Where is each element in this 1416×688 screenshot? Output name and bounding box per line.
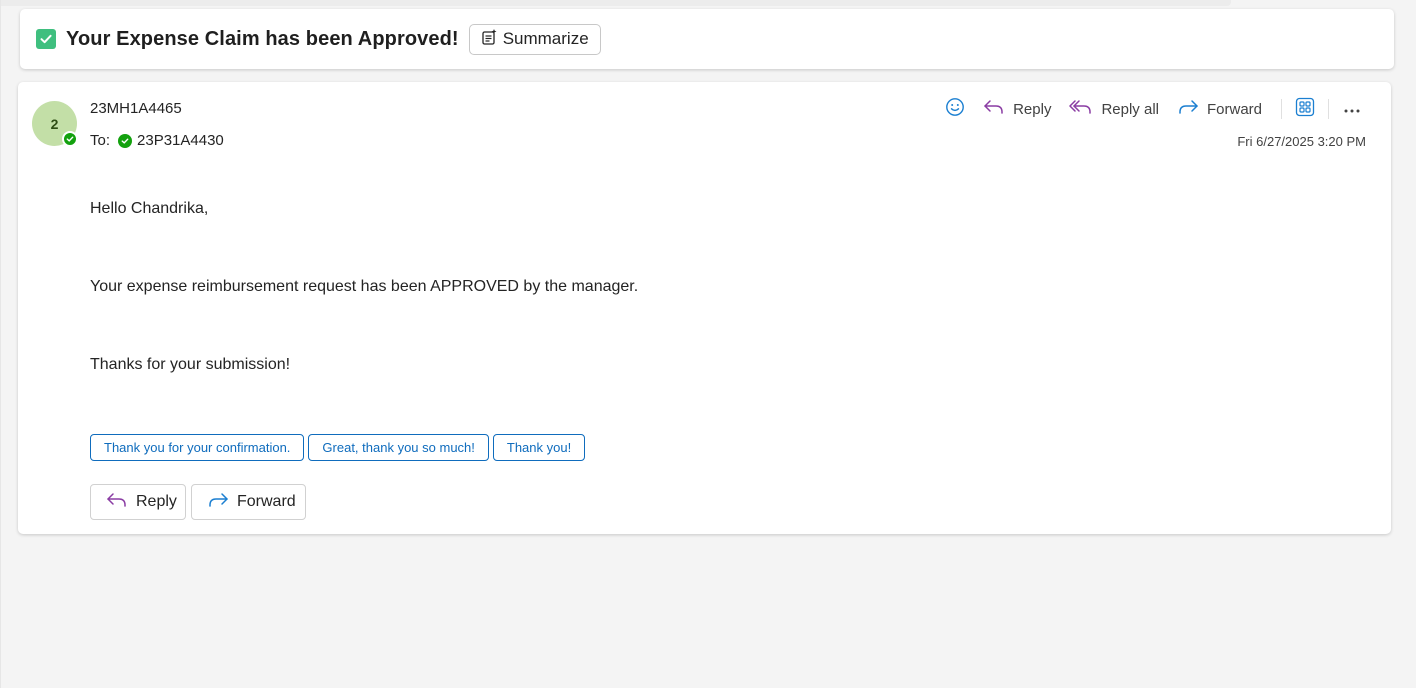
recipient-name[interactable]: 23P31A4430 (137, 132, 224, 149)
reply-all-button[interactable]: Reply all (1069, 95, 1159, 123)
subject-header: Your Expense Claim has been Approved! Su… (20, 9, 1394, 69)
body-greeting: Hello Chandrika, (90, 200, 209, 217)
suggested-reply-button[interactable]: Great, thank you so much! (308, 434, 489, 461)
bottom-forward-button[interactable]: Forward (191, 484, 306, 520)
reply-arrow-icon (106, 491, 136, 514)
reaction-button[interactable] (945, 95, 965, 123)
avatar-initial: 2 (50, 115, 59, 132)
reply-all-arrow-icon (1069, 98, 1101, 120)
forward-arrow-icon (1177, 98, 1207, 120)
suggested-replies: Thank you for your confirmation. Great, … (90, 434, 589, 461)
suggested-reply-button[interactable]: Thank you! (492, 434, 586, 461)
reply-label: Reply (1013, 100, 1052, 118)
bottom-forward-label: Forward (237, 493, 296, 510)
forward-button[interactable]: Forward (1177, 95, 1262, 123)
toolbar-divider (1328, 99, 1329, 119)
message-card: 2 23MH1A4465 To: 23P31A4430 Reply Reply … (18, 82, 1391, 534)
bottom-reply-button[interactable]: Reply (90, 484, 186, 520)
checkbox-checked-icon (36, 29, 56, 49)
suggested-reply-button[interactable]: Thank you for your confirmation. (90, 434, 305, 461)
apps-button[interactable] (1291, 95, 1319, 123)
top-strip (1, 0, 1231, 6)
subject-title: Your Expense Claim has been Approved! (66, 27, 459, 50)
summarize-button[interactable]: Summarize (468, 23, 601, 55)
message-toolbar: Reply Reply all Forward (945, 95, 1366, 123)
to-label: To: (90, 132, 111, 149)
more-actions-button[interactable] (1338, 95, 1366, 123)
toolbar-divider (1281, 99, 1282, 119)
forward-label: Forward (1206, 100, 1262, 118)
smiley-icon (945, 97, 965, 121)
message-timestamp: Fri 6/27/2025 3:20 PM (1237, 134, 1366, 149)
summarize-label: Summarize (502, 29, 589, 48)
reply-all-label: Reply all (1101, 100, 1159, 118)
body-line: Thanks for your submission! (90, 356, 291, 373)
body-line: Your expense reimbursement request has b… (90, 278, 639, 295)
bottom-actions: Reply Forward (90, 484, 311, 520)
available-check-icon (62, 131, 78, 147)
more-ellipsis-icon (1343, 101, 1361, 118)
reading-pane: Your Expense Claim has been Approved! Su… (0, 0, 1416, 688)
recipient-line: To: 23P31A4430 (90, 132, 224, 149)
reply-arrow-icon (983, 98, 1013, 120)
reply-button[interactable]: Reply (983, 95, 1051, 123)
bottom-reply-label: Reply (136, 493, 177, 510)
available-check-icon (118, 133, 133, 148)
forward-arrow-icon (207, 491, 237, 514)
apps-grid-icon (1295, 97, 1315, 121)
sender-name[interactable]: 23MH1A4465 (90, 100, 182, 117)
summarize-sparkle-icon (480, 28, 503, 51)
